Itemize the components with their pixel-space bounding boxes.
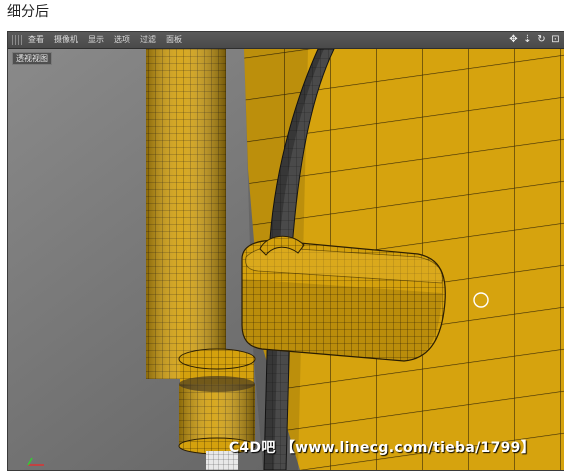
axis-gizmo-icon [26,451,46,470]
navigation-icons: ✥ ⇣ ↻ ⊡ [508,32,561,48]
caption-title: 细分后 [7,4,49,20]
menu-camera[interactable]: 摄像机 [54,32,78,48]
left-cylinder-shade [146,49,226,379]
maximize-icon[interactable]: ⊡ [550,32,561,48]
menu-view[interactable]: 查看 [28,32,44,48]
viewport-panel[interactable]: 查看 摄像机 显示 选项 过滤 面板 ✥ ⇣ ↻ ⊡ 透视视图 C4D吧 【ww… [7,31,564,471]
menu-filter[interactable]: 过滤 [140,32,156,48]
menu-display[interactable]: 显示 [88,32,104,48]
menu-options[interactable]: 选项 [114,32,130,48]
rotate-icon[interactable]: ↻ [536,32,547,48]
view-label: 透视视图 [12,52,52,65]
clip-shade [242,279,442,361]
menu-panel[interactable]: 面板 [166,32,182,48]
3d-scene[interactable] [8,49,564,470]
zoom-icon[interactable]: ⇣ [522,32,533,48]
watermark-text: C4D吧 【www.linecg.com/tieba/1799】 [228,440,535,456]
collar-top [179,376,255,392]
viewport-menubar: 查看 摄像机 显示 选项 过滤 面板 ✥ ⇣ ↻ ⊡ [8,32,564,49]
grip-icon[interactable] [12,35,22,45]
left-cylinder-edge [178,348,256,370]
move-icon[interactable]: ✥ [508,32,519,48]
